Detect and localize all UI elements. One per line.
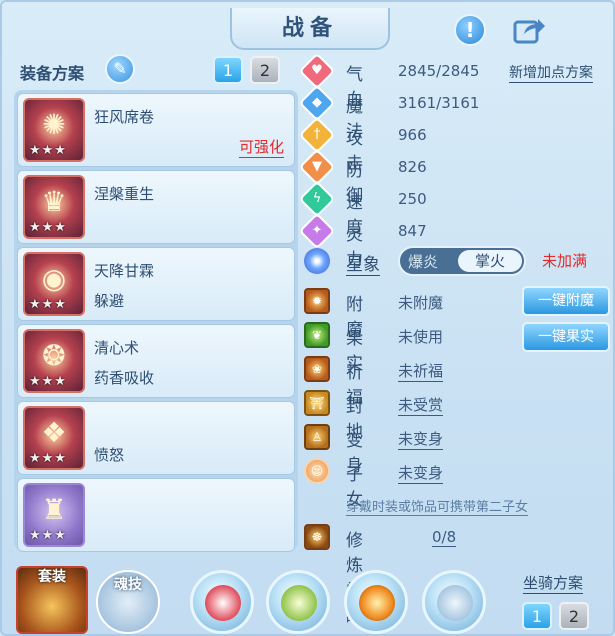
equipment-slot[interactable]: ◉ ★★★ 天降甘霖 躲避 [17,247,295,321]
sparkle-icon: ✦ [298,212,336,250]
soul-skill-slot[interactable]: 魂技 [96,570,160,634]
mount-plan-label[interactable]: 坐骑方案 [523,572,584,594]
bonus-value-link[interactable]: 未祈福 [398,360,444,382]
equipment-slot[interactable]: ♜ ★★★ [17,478,295,552]
fruit-icon: ❦ [304,322,330,348]
star-rating: ★★★ [29,143,67,158]
stat-value: 847 [398,222,427,240]
helmet-icon[interactable]: ♛ ★★★ [23,175,85,239]
constellation-link[interactable]: 星象 [346,250,380,276]
soul-skill-label: 魂技 [114,577,142,593]
auto-fruit-button[interactable]: 一键果实 [522,322,610,352]
boots-icon[interactable]: ♜ ★★★ [23,483,85,547]
equipment-name: 清心术 [94,339,140,357]
mount-plan-2-button[interactable]: 2 [559,602,589,630]
equipment-name: 天降甘霖 [94,262,155,280]
star-rating: ★★★ [29,220,67,235]
meditation-icon: ☸ [304,524,330,550]
feather-icon [281,585,317,621]
share-icon [513,19,545,44]
new-point-plan-link[interactable]: 新增加点方案 [509,62,593,83]
enhance-link[interactable]: 可强化 [238,136,284,158]
heart-icon: ♥ [298,52,336,90]
constellation-status: 未加满 [542,252,588,270]
armor-icon: ▼ [298,148,336,186]
enchant-icon: ✹ [304,288,330,314]
stat-value: 966 [398,126,427,144]
constellation-option-blaze[interactable]: 爆炎 [408,251,438,272]
second-child-hint: 穿戴时装或饰品可携带第二子女 [346,496,529,516]
page-title: 战备 [230,8,390,50]
equipment-list: ✺ ★★★ 狂风席卷 可强化 ♛ ★★★ 涅槃重生 ◉ ★★★ 天降甘霖 躲避 ❂ ★★… [14,90,298,552]
mask-icon[interactable]: ◉ ★★★ [23,252,85,316]
equipment-sub: 躲避 [94,292,125,310]
gate-icon: ⛩ [304,390,330,416]
fire-icon [359,585,395,621]
equipment-slot[interactable]: ❖ ★★★ 愤怒 [17,401,295,475]
share-button[interactable] [512,14,546,46]
help-button[interactable]: ! [454,14,486,46]
mount-plan-1-button[interactable]: 1 [522,602,552,630]
bonus-value-link[interactable]: 未变身 [398,428,444,450]
figure-icon: ♙ [304,424,330,450]
equipment-slot[interactable]: ♛ ★★★ 涅槃重生 [17,170,295,244]
bolt-icon: ϟ [298,180,336,218]
sword-icon: † [298,116,336,154]
skill-slot[interactable] [190,570,254,634]
equipment-name: 狂风席卷 [94,108,155,126]
wings-icon [205,585,241,621]
bonus-value: 未使用 [398,328,444,346]
star-rating: ★★★ [29,297,67,312]
equipment-sub: 愤怒 [94,446,125,464]
pencil-icon: ✎ [113,59,127,78]
blessing-icon: ❀ [304,356,330,382]
skill-slot[interactable] [344,570,408,634]
fan-icon[interactable]: ✺ ★★★ [23,98,85,162]
battle-prep-panel: 战备 ! 装备方案 ✎ 1 2 ✺ ★★★ 狂风席卷 可强化 ♛ ★★★ 涅槃重生 … [0,0,615,636]
star-rating: ★★★ [29,374,67,389]
suit-label: 套装 [38,569,66,585]
stat-value: 3161/3161 [398,94,480,112]
necklace-icon[interactable]: ❂ ★★★ [23,329,85,393]
star-rating: ★★★ [29,451,67,466]
cultivation-value[interactable]: 0/8 [432,528,457,547]
skill-slot[interactable] [422,570,486,634]
skill-slot[interactable] [266,570,330,634]
constellation-toggle[interactable]: 爆炎 掌火 [398,246,526,276]
child-icon: ☺ [304,458,330,484]
stat-value: 2845/2845 [398,62,480,80]
equipment-slot[interactable]: ✺ ★★★ 狂风席卷 可强化 [17,93,295,167]
empty-slot-icon [437,585,473,621]
constellation-icon [304,248,330,274]
shield-icon: ◆ [298,84,336,122]
equipment-sub: 药香吸收 [94,369,155,387]
equip-plan-2-button[interactable]: 2 [250,56,280,84]
belt-icon[interactable]: ❖ ★★★ [23,406,85,470]
equip-plan-label: 装备方案 [20,64,85,83]
stat-value: 826 [398,158,427,176]
equipment-slot[interactable]: ❂ ★★★ 清心术 药香吸收 [17,324,295,398]
constellation-option-palm-fire[interactable]: 掌火 [458,250,522,272]
stat-value: 250 [398,190,427,208]
bonus-value: 未附魔 [398,294,444,312]
star-rating: ★★★ [29,528,67,543]
auto-enchant-button[interactable]: 一键附魔 [522,286,610,316]
suit-slot[interactable]: 套装 [16,566,88,634]
equip-plan-1-button[interactable]: 1 [213,56,243,84]
edit-plan-button[interactable]: ✎ [105,54,135,84]
bonus-value-link[interactable]: 未变身 [398,462,444,484]
equipment-name: 涅槃重生 [94,185,155,203]
exclamation-icon: ! [465,18,475,42]
bonus-value-link[interactable]: 未受赏 [398,394,444,416]
